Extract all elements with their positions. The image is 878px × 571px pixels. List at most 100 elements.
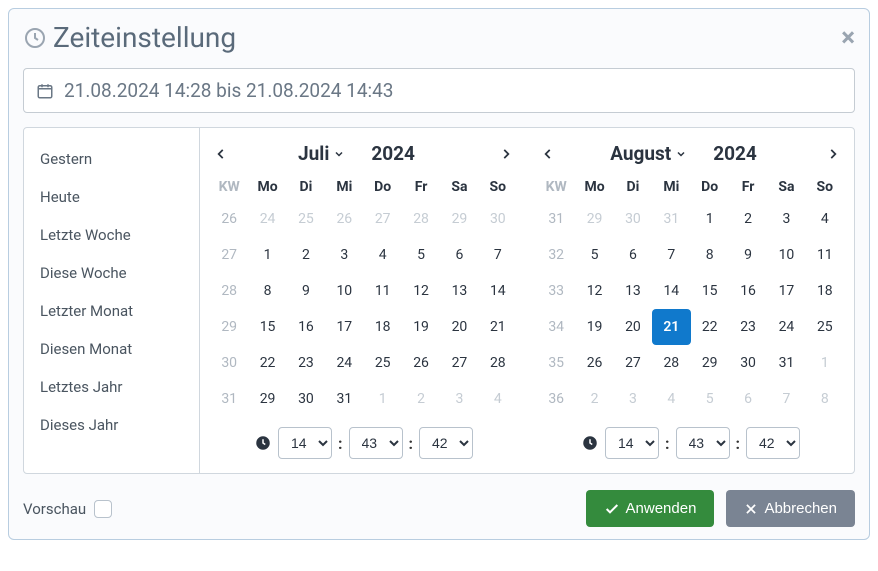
- calendar-day[interactable]: 8: [691, 237, 729, 273]
- calendar-day[interactable]: 10: [325, 273, 363, 309]
- calendar-day[interactable]: 30: [614, 201, 652, 237]
- year-label-right[interactable]: 2024: [709, 142, 761, 165]
- calendar-day[interactable]: 20: [440, 309, 478, 345]
- year-label-left[interactable]: 2024: [367, 142, 419, 165]
- calendar-day[interactable]: 28: [479, 345, 517, 381]
- calendar-day[interactable]: 8: [806, 381, 844, 417]
- calendar-day[interactable]: 29: [440, 201, 478, 237]
- calendar-day[interactable]: 4: [479, 381, 517, 417]
- calendar-day[interactable]: 26: [325, 201, 363, 237]
- calendar-day[interactable]: 15: [248, 309, 286, 345]
- calendar-day[interactable]: 27: [440, 345, 478, 381]
- calendar-day[interactable]: 9: [729, 237, 767, 273]
- calendar-day[interactable]: 2: [402, 381, 440, 417]
- preview-checkbox[interactable]: [94, 500, 112, 518]
- calendar-day[interactable]: 30: [479, 201, 517, 237]
- apply-button[interactable]: Anwenden: [586, 490, 715, 527]
- month-select-right[interactable]: August: [606, 142, 691, 165]
- calendar-day[interactable]: 14: [652, 273, 690, 309]
- preset-diese-woche[interactable]: Diese Woche: [24, 254, 199, 292]
- minute-select[interactable]: 43: [676, 427, 730, 459]
- second-select[interactable]: 42: [419, 427, 473, 459]
- calendar-day[interactable]: 21: [479, 309, 517, 345]
- calendar-day[interactable]: 11: [364, 273, 402, 309]
- calendar-day[interactable]: 28: [402, 201, 440, 237]
- preset-dieses-jahr[interactable]: Dieses Jahr: [24, 406, 199, 444]
- calendar-day[interactable]: 3: [767, 201, 805, 237]
- month-select-left[interactable]: Juli: [294, 142, 349, 165]
- calendar-day[interactable]: 25: [806, 309, 844, 345]
- calendar-day[interactable]: 3: [325, 237, 363, 273]
- calendar-day[interactable]: 3: [440, 381, 478, 417]
- calendar-day[interactable]: 13: [440, 273, 478, 309]
- calendar-day[interactable]: 19: [402, 309, 440, 345]
- calendar-day[interactable]: 29: [248, 381, 286, 417]
- prev-month-icon[interactable]: [537, 147, 559, 161]
- calendar-day[interactable]: 14: [479, 273, 517, 309]
- calendar-day[interactable]: 30: [729, 345, 767, 381]
- date-range-display[interactable]: 21.08.2024 14:28 bis 21.08.2024 14:43: [23, 68, 855, 113]
- calendar-day[interactable]: 24: [248, 201, 286, 237]
- calendar-day[interactable]: 1: [691, 201, 729, 237]
- preset-letztes-jahr[interactable]: Letztes Jahr: [24, 368, 199, 406]
- calendar-day[interactable]: 3: [614, 381, 652, 417]
- calendar-day[interactable]: 29: [575, 201, 613, 237]
- calendar-day[interactable]: 20: [614, 309, 652, 345]
- calendar-day[interactable]: 12: [575, 273, 613, 309]
- calendar-day[interactable]: 17: [325, 309, 363, 345]
- preset-heute[interactable]: Heute: [24, 178, 199, 216]
- prev-month-icon[interactable]: [210, 147, 232, 161]
- preset-gestern[interactable]: Gestern: [24, 140, 199, 178]
- calendar-day[interactable]: 21: [652, 309, 690, 345]
- calendar-day[interactable]: 24: [325, 345, 363, 381]
- next-month-icon[interactable]: [495, 147, 517, 161]
- calendar-day[interactable]: 22: [691, 309, 729, 345]
- preview-toggle[interactable]: Vorschau: [23, 500, 112, 518]
- calendar-day[interactable]: 16: [287, 309, 325, 345]
- calendar-day[interactable]: 6: [440, 237, 478, 273]
- calendar-day[interactable]: 28: [652, 345, 690, 381]
- second-select[interactable]: 42: [746, 427, 800, 459]
- calendar-day[interactable]: 23: [729, 309, 767, 345]
- next-month-icon[interactable]: [822, 147, 844, 161]
- calendar-day[interactable]: 23: [287, 345, 325, 381]
- calendar-day[interactable]: 6: [614, 237, 652, 273]
- hour-select[interactable]: 14: [605, 427, 659, 459]
- minute-select[interactable]: 43: [349, 427, 403, 459]
- calendar-day[interactable]: 31: [767, 345, 805, 381]
- calendar-day[interactable]: 2: [575, 381, 613, 417]
- calendar-day[interactable]: 1: [806, 345, 844, 381]
- calendar-day[interactable]: 15: [691, 273, 729, 309]
- preset-letzte-woche[interactable]: Letzte Woche: [24, 216, 199, 254]
- calendar-day[interactable]: 27: [364, 201, 402, 237]
- calendar-day[interactable]: 31: [652, 201, 690, 237]
- calendar-day[interactable]: 1: [364, 381, 402, 417]
- calendar-day[interactable]: 2: [729, 201, 767, 237]
- calendar-day[interactable]: 4: [652, 381, 690, 417]
- calendar-day[interactable]: 25: [287, 201, 325, 237]
- calendar-day[interactable]: 4: [364, 237, 402, 273]
- calendar-day[interactable]: 22: [248, 345, 286, 381]
- calendar-day[interactable]: 7: [767, 381, 805, 417]
- calendar-day[interactable]: 6: [729, 381, 767, 417]
- calendar-day[interactable]: 18: [364, 309, 402, 345]
- calendar-day[interactable]: 1: [248, 237, 286, 273]
- calendar-day[interactable]: 5: [575, 237, 613, 273]
- calendar-day[interactable]: 31: [325, 381, 363, 417]
- calendar-day[interactable]: 8: [248, 273, 286, 309]
- preset-diesen-monat[interactable]: Diesen Monat: [24, 330, 199, 368]
- close-icon[interactable]: ×: [841, 23, 855, 53]
- calendar-day[interactable]: 26: [575, 345, 613, 381]
- calendar-day[interactable]: 13: [614, 273, 652, 309]
- calendar-day[interactable]: 18: [806, 273, 844, 309]
- calendar-day[interactable]: 16: [729, 273, 767, 309]
- calendar-day[interactable]: 25: [364, 345, 402, 381]
- calendar-day[interactable]: 12: [402, 273, 440, 309]
- calendar-day[interactable]: 2: [287, 237, 325, 273]
- calendar-day[interactable]: 10: [767, 237, 805, 273]
- calendar-day[interactable]: 5: [402, 237, 440, 273]
- preset-letzter-monat[interactable]: Letzter Monat: [24, 292, 199, 330]
- calendar-day[interactable]: 27: [614, 345, 652, 381]
- calendar-day[interactable]: 4: [806, 201, 844, 237]
- cancel-button[interactable]: Abbrechen: [726, 490, 855, 527]
